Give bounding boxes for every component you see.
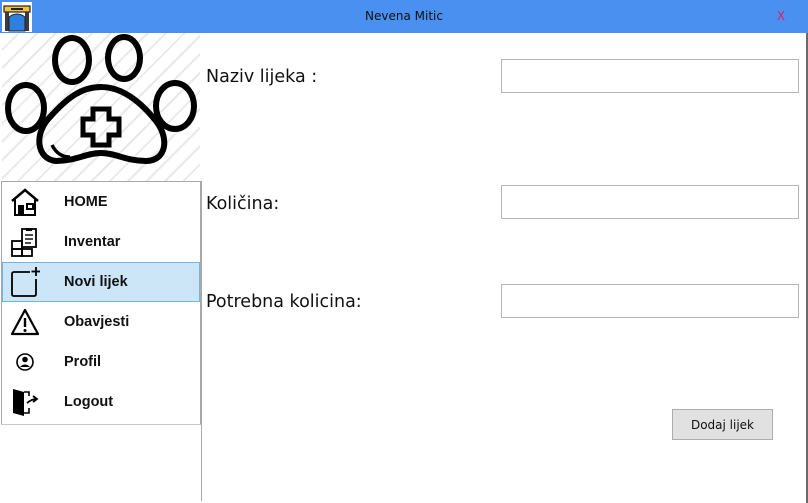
logout-door-icon [13,389,39,416]
user-icon [16,353,34,371]
required-quantity-label: Potrebna kolicina: [206,292,362,312]
quantity-input[interactable] [501,185,799,219]
house-icon [11,188,39,216]
sidebar-item-label: Inventar [64,234,121,250]
sidebar-item-label: Obavjesti [64,314,130,330]
warning-icon [10,308,40,336]
content-divider [201,181,202,501]
sidebar-item-novi-lijek[interactable]: Novi lijek [2,262,200,302]
sidebar-item-profil[interactable]: Profil [3,343,199,381]
sidebar-item-label: Logout [64,394,114,410]
sidebar-bottom-line [1,424,201,425]
add-medicine-button[interactable]: Dodaj lijek [672,409,773,440]
sidebar-item-logout[interactable]: Logout [3,383,199,421]
medicine-name-input[interactable] [501,59,799,93]
inventory-icon [11,228,37,257]
sidebar-item-inventar[interactable]: Inventar [3,223,199,261]
add-page-icon [11,267,40,297]
sidebar-item-label: Novi lijek [64,274,128,290]
sidebar-item-home[interactable]: HOME [3,183,199,221]
medicine-name-label: Naziv lijeka : [206,67,318,87]
window-title: Nevena Mitic [365,9,443,23]
required-quantity-input[interactable] [501,284,799,318]
sidebar-item-obavjesti[interactable]: Obavjesti [3,303,199,341]
title-bar: Nevena Mitic X [0,0,808,33]
close-button[interactable]: X [770,0,792,33]
sidebar-item-label: Profil [64,354,102,370]
paw-cross-icon [5,34,197,165]
app-logo [2,33,200,181]
quantity-label: Količina: [206,194,280,214]
sidebar-item-label: HOME [64,194,108,210]
